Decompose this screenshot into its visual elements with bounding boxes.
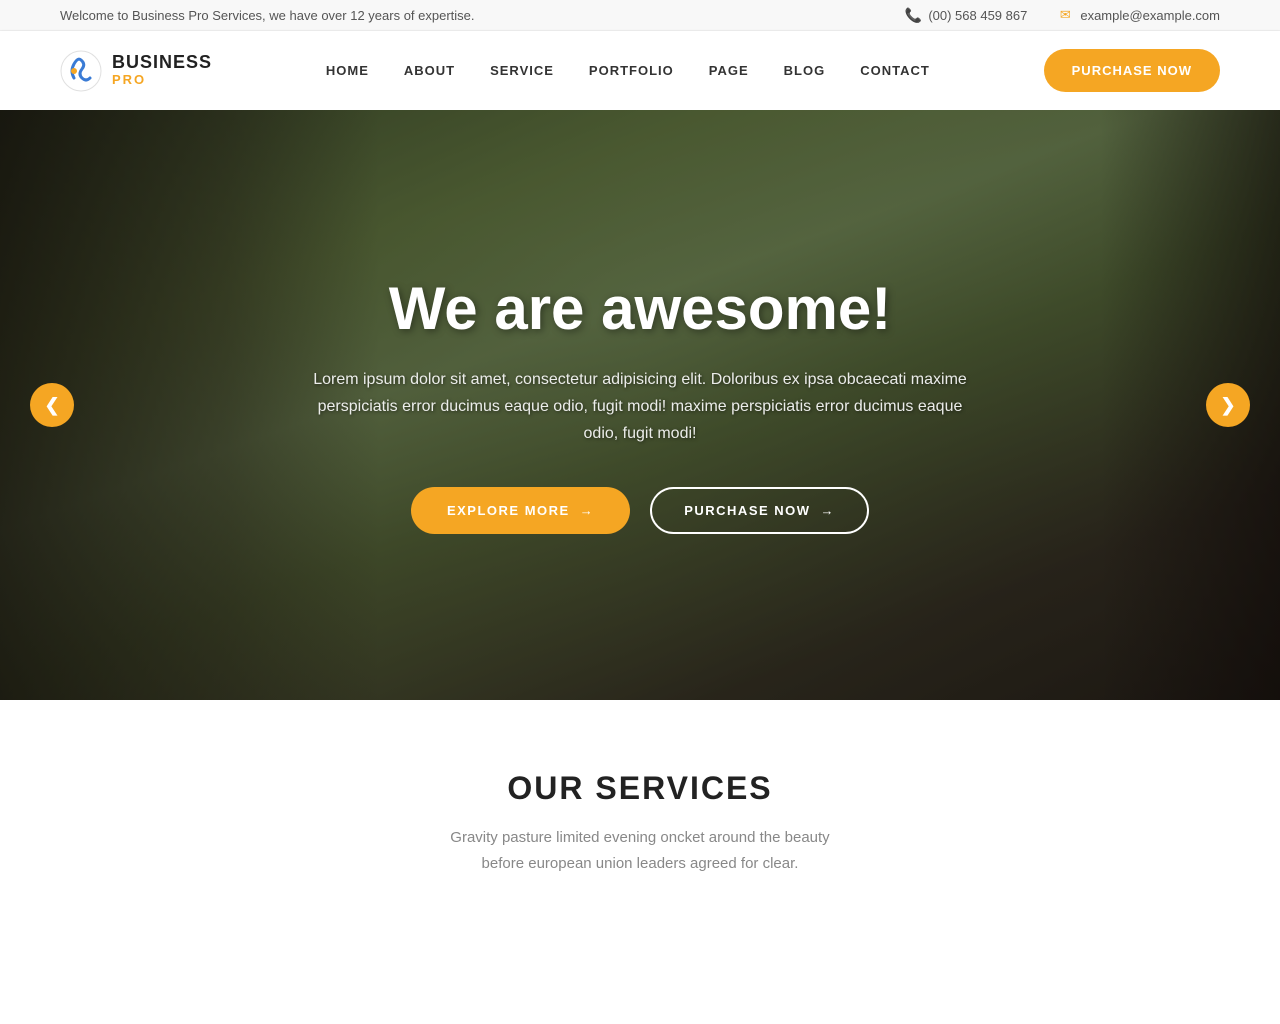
hero-buttons: EXPLORE MORE → PURCHASE NOW →: [300, 487, 980, 534]
nav-links: HOME ABOUT SERVICE PORTFOLIO PAGE BLOG C…: [326, 62, 930, 80]
nav-link-about[interactable]: ABOUT: [404, 63, 455, 78]
nav-item-blog[interactable]: BLOG: [784, 62, 826, 80]
purchase-label: PURCHASE NOW: [684, 503, 810, 518]
arrow-right-small-icon: →: [580, 503, 595, 518]
nav-item-contact[interactable]: CONTACT: [860, 62, 930, 80]
logo-brand: BUSINESS: [112, 53, 212, 73]
nav-link-home[interactable]: HOME: [326, 63, 369, 78]
navbar: BUSINESS PRO HOME ABOUT SERVICE PORTFOLI…: [0, 31, 1280, 110]
logo[interactable]: BUSINESS PRO: [60, 50, 212, 92]
hero-title: We are awesome!: [300, 276, 980, 342]
explore-more-button[interactable]: EXPLORE MORE →: [411, 487, 630, 534]
navbar-purchase-button[interactable]: PURCHASE NOW: [1044, 49, 1220, 92]
arrow-right-icon: ❯: [1220, 395, 1235, 416]
topbar-email-item: ✉ example@example.com: [1057, 7, 1220, 23]
hero-right-overlay: [1100, 110, 1280, 700]
services-subtitle: Gravity pasture limited evening oncket a…: [430, 825, 850, 876]
slider-prev-button[interactable]: ❮: [30, 383, 74, 427]
nav-item-page[interactable]: PAGE: [709, 62, 749, 80]
slider-next-button[interactable]: ❯: [1206, 383, 1250, 427]
topbar: Welcome to Business Pro Services, we hav…: [0, 0, 1280, 31]
topbar-email: example@example.com: [1080, 8, 1220, 23]
services-subtitle-line2: before european union leaders agreed for…: [482, 855, 799, 872]
hero-purchase-button[interactable]: PURCHASE NOW →: [650, 487, 869, 534]
services-subtitle-line1: Gravity pasture limited evening oncket a…: [450, 829, 829, 846]
nav-link-service[interactable]: SERVICE: [490, 63, 554, 78]
arrow-right-small-icon2: →: [821, 503, 836, 518]
services-title: OUR SERVICES: [60, 770, 1220, 807]
email-icon: ✉: [1057, 7, 1073, 23]
topbar-welcome: Welcome to Business Pro Services, we hav…: [60, 8, 475, 23]
nav-link-page[interactable]: PAGE: [709, 63, 749, 78]
explore-label: EXPLORE MORE: [447, 503, 570, 518]
nav-item-about[interactable]: ABOUT: [404, 62, 455, 80]
hero-content: We are awesome! Lorem ipsum dolor sit am…: [280, 276, 1000, 535]
logo-sub: PRO: [112, 73, 212, 87]
nav-item-service[interactable]: SERVICE: [490, 62, 554, 80]
phone-icon: 📞: [905, 7, 921, 23]
services-section: OUR SERVICES Gravity pasture limited eve…: [0, 700, 1280, 926]
nav-link-blog[interactable]: BLOG: [784, 63, 826, 78]
arrow-left-icon: ❮: [44, 395, 59, 416]
logo-icon: [60, 50, 102, 92]
topbar-phone-item: 📞 (00) 568 459 867: [905, 7, 1027, 23]
hero-section: ❮ We are awesome! Lorem ipsum dolor sit …: [0, 110, 1280, 700]
nav-link-contact[interactable]: CONTACT: [860, 63, 930, 78]
nav-link-portfolio[interactable]: PORTFOLIO: [589, 63, 674, 78]
nav-item-home[interactable]: HOME: [326, 62, 369, 80]
nav-item-portfolio[interactable]: PORTFOLIO: [589, 62, 674, 80]
topbar-contact: 📞 (00) 568 459 867 ✉ example@example.com: [905, 7, 1220, 23]
hero-subtitle: Lorem ipsum dolor sit amet, consectetur …: [300, 366, 980, 448]
logo-text: BUSINESS PRO: [112, 53, 212, 87]
topbar-phone: (00) 568 459 867: [928, 8, 1027, 23]
